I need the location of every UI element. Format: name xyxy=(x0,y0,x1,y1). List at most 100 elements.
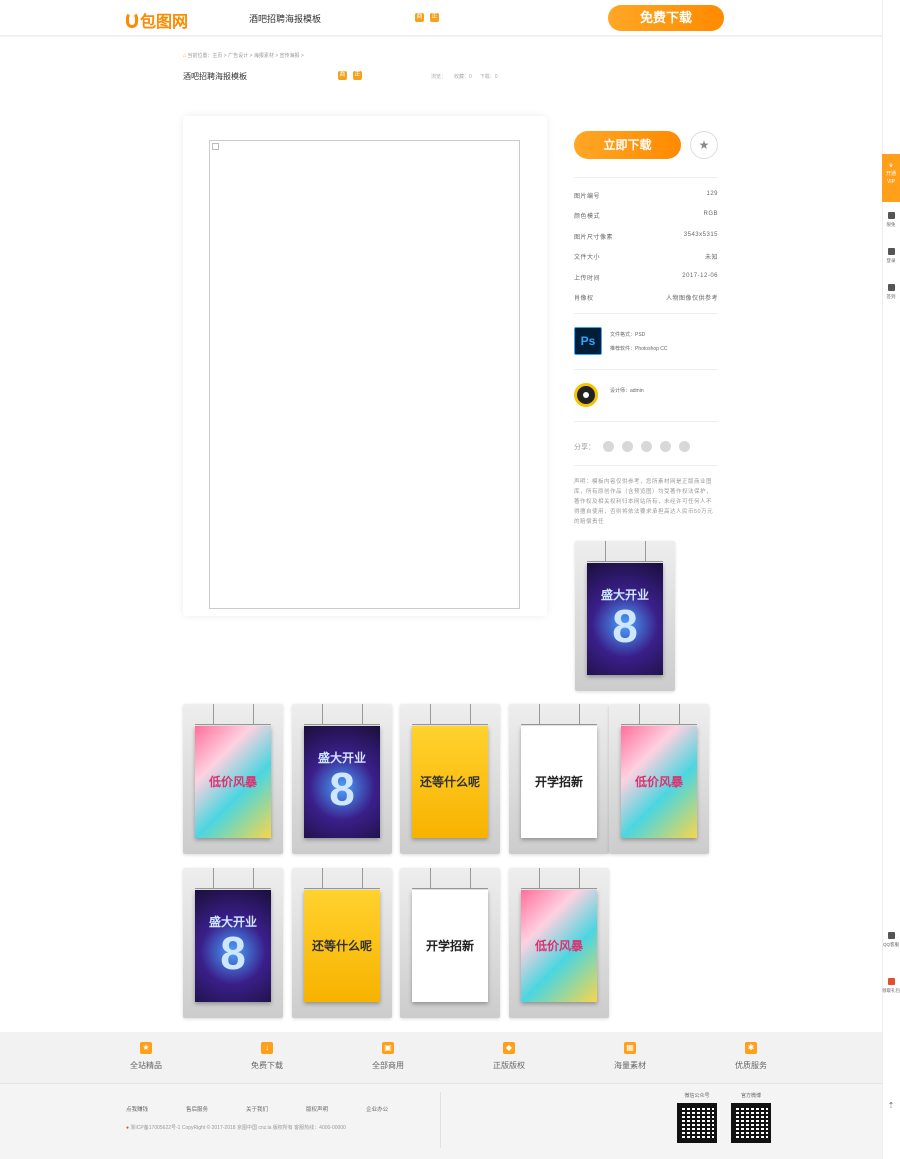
service-bar: ★ 全站精品 ↓ 免费下载 ▣ 全部商用 ◆ 正版版权 ▦ 海量素材 ✱ 优质服务 xyxy=(0,1032,882,1084)
home-icon[interactable]: ⌂ xyxy=(183,53,186,59)
star-icon: ★ xyxy=(140,1042,152,1054)
service-item: ◆ 正版版权 xyxy=(469,1042,549,1071)
qq-share-icon[interactable] xyxy=(603,441,614,452)
service-label: 正版版权 xyxy=(493,1061,525,1070)
service-item: ▣ 全部商用 xyxy=(348,1042,428,1071)
rail-item-free[interactable]: 限免 xyxy=(882,212,900,228)
douban-share-icon[interactable] xyxy=(679,441,690,452)
wechat-share-icon[interactable] xyxy=(622,441,633,452)
copyright-text: 浙ICP备17005622号-1 CopyRight © 2017-2018 京… xyxy=(130,1125,346,1131)
rail-label: 签到 xyxy=(886,294,896,299)
favorite-button[interactable]: ★ xyxy=(690,131,718,159)
qr-code-icon xyxy=(731,1103,771,1143)
page-stats: 浏览： 收藏：0 下载：0 xyxy=(431,73,498,80)
poster-number: 8 xyxy=(612,600,638,652)
related-thumbnail[interactable]: 还等什么呢 xyxy=(292,868,392,1018)
footer-link[interactable]: 关于我们 xyxy=(246,1105,268,1113)
header-download-button[interactable]: 免费下载 xyxy=(608,5,724,31)
designer-avatar[interactable] xyxy=(574,383,598,407)
disclaimer: 声明：模板内容仅供参考，您所素材网是正版商业图库，所有原创作品（含预览图）均受著… xyxy=(574,479,714,525)
footer: 点我赚钱 售后服务 关于我们 版权声明 企业办公 ● 浙ICP备17005622… xyxy=(0,1084,882,1159)
poster-number: 8 xyxy=(329,763,355,815)
service-label: 免费下载 xyxy=(251,1061,283,1070)
related-thumbnail[interactable]: 还等什么呢 xyxy=(400,704,500,854)
rail-item-checkin[interactable]: 签到 xyxy=(882,284,900,300)
wechat-qr: 微信公众号 xyxy=(674,1092,720,1143)
related-thumbnail[interactable]: 开学招新 xyxy=(400,868,500,1018)
service-item: ✱ 优质服务 xyxy=(711,1042,791,1071)
related-thumbnail[interactable]: 低价风暴 xyxy=(183,704,283,854)
preview-image[interactable] xyxy=(209,140,520,609)
qzone-share-icon[interactable] xyxy=(641,441,652,452)
designer-name[interactable]: 设计师：admin xyxy=(610,387,644,394)
rail-item-qq[interactable]: QQ客服 xyxy=(882,932,900,948)
vip-label: 开通 xyxy=(885,171,896,177)
star-icon: ★ xyxy=(698,138,710,152)
poster-image: 开学招新 xyxy=(521,726,597,838)
related-thumbnail[interactable]: 盛大开业 8 xyxy=(575,541,675,691)
info-label: 上传时间 xyxy=(574,276,601,282)
related-thumbnail[interactable]: 开学招新 xyxy=(509,704,609,854)
related-thumbnail[interactable]: 盛大开业 8 xyxy=(292,704,392,854)
open-vip-button[interactable]: ♛ 开通 VIP xyxy=(882,154,900,202)
service-label: 优质服务 xyxy=(735,1061,767,1070)
breadcrumb-text[interactable]: 当前位置：主页 > 广告设计 > 海报素材 > 宣传海报 > xyxy=(187,53,303,59)
rail-item-login[interactable]: 登录 xyxy=(882,248,900,264)
commercial-badge-icon: 商 xyxy=(338,71,347,80)
poster-image: 还等什么呢 xyxy=(412,726,488,838)
service-label: 全部商用 xyxy=(372,1061,404,1070)
related-thumbnail[interactable]: 低价风暴 xyxy=(509,868,609,1018)
site-logo[interactable]: 包图网 xyxy=(126,8,188,32)
title-badges: 商 正 xyxy=(338,71,362,80)
rail-label: 限免 xyxy=(886,222,896,227)
photoshop-icon: Ps xyxy=(574,327,602,355)
divider xyxy=(574,465,718,466)
poster-image: 低价风暴 xyxy=(621,726,697,838)
divider xyxy=(574,177,718,178)
poster-text: 还等什么呢 xyxy=(311,939,372,953)
info-value: 129 xyxy=(706,191,718,197)
share-bar: 分享： xyxy=(574,441,690,452)
rail-label: 领取礼包 xyxy=(882,988,900,993)
info-value: 3543x5315 xyxy=(683,232,718,238)
poster-text: 低价风暴 xyxy=(534,939,583,953)
info-row: 图片编号 129 xyxy=(574,191,718,200)
info-row: 上传时间 2017-12-06 xyxy=(574,273,718,282)
rail-label: QQ客服 xyxy=(882,942,899,947)
download-icon: ↓ xyxy=(261,1042,273,1054)
vip-label: VIP xyxy=(886,179,896,185)
footer-link[interactable]: 企业办公 xyxy=(366,1105,388,1113)
service-label: 海量素材 xyxy=(614,1061,646,1070)
free-icon xyxy=(887,212,895,219)
divider xyxy=(574,369,718,370)
related-thumbnail[interactable]: 盛大开业 8 xyxy=(183,868,283,1018)
poster-image: 盛大开业 8 xyxy=(195,890,271,1002)
poster-text: 低价风暴 xyxy=(208,775,257,789)
info-row: 文件大小 未知 xyxy=(574,252,718,261)
footer-link[interactable]: 点我赚钱 xyxy=(126,1105,148,1113)
rail-item-gift[interactable]: 领取礼包 xyxy=(882,978,900,994)
footer-divider xyxy=(440,1092,441,1148)
info-label: 肖像权 xyxy=(574,296,594,302)
user-icon xyxy=(887,248,895,255)
info-label: 颜色模式 xyxy=(574,214,601,220)
poster-image: 低价风暴 xyxy=(195,726,271,838)
qr-code-icon xyxy=(677,1103,717,1143)
grid-icon: ▦ xyxy=(624,1042,636,1054)
footer-link[interactable]: 版权声明 xyxy=(306,1105,328,1113)
service-label: 全站精品 xyxy=(130,1061,162,1070)
back-to-top-button[interactable]: ⇡ xyxy=(882,1102,900,1110)
related-thumbnail[interactable]: 低价风暴 xyxy=(609,704,709,854)
police-badge-icon: ● xyxy=(126,1125,130,1131)
info-label: 文件大小 xyxy=(574,255,601,261)
briefcase-icon: ▣ xyxy=(382,1042,394,1054)
copyright-badge-icon: 正 xyxy=(430,13,439,22)
broken-image-icon xyxy=(212,143,219,150)
gear-icon: ✱ xyxy=(745,1042,757,1054)
recommended-software: 推荐软件：Photoshop CC xyxy=(610,346,668,352)
footer-link[interactable]: 售后服务 xyxy=(186,1105,208,1113)
weibo-share-icon[interactable] xyxy=(660,441,671,452)
download-now-button[interactable]: 立即下载 xyxy=(574,131,681,159)
poster-number: 8 xyxy=(220,927,246,979)
preview-card xyxy=(183,116,547,616)
